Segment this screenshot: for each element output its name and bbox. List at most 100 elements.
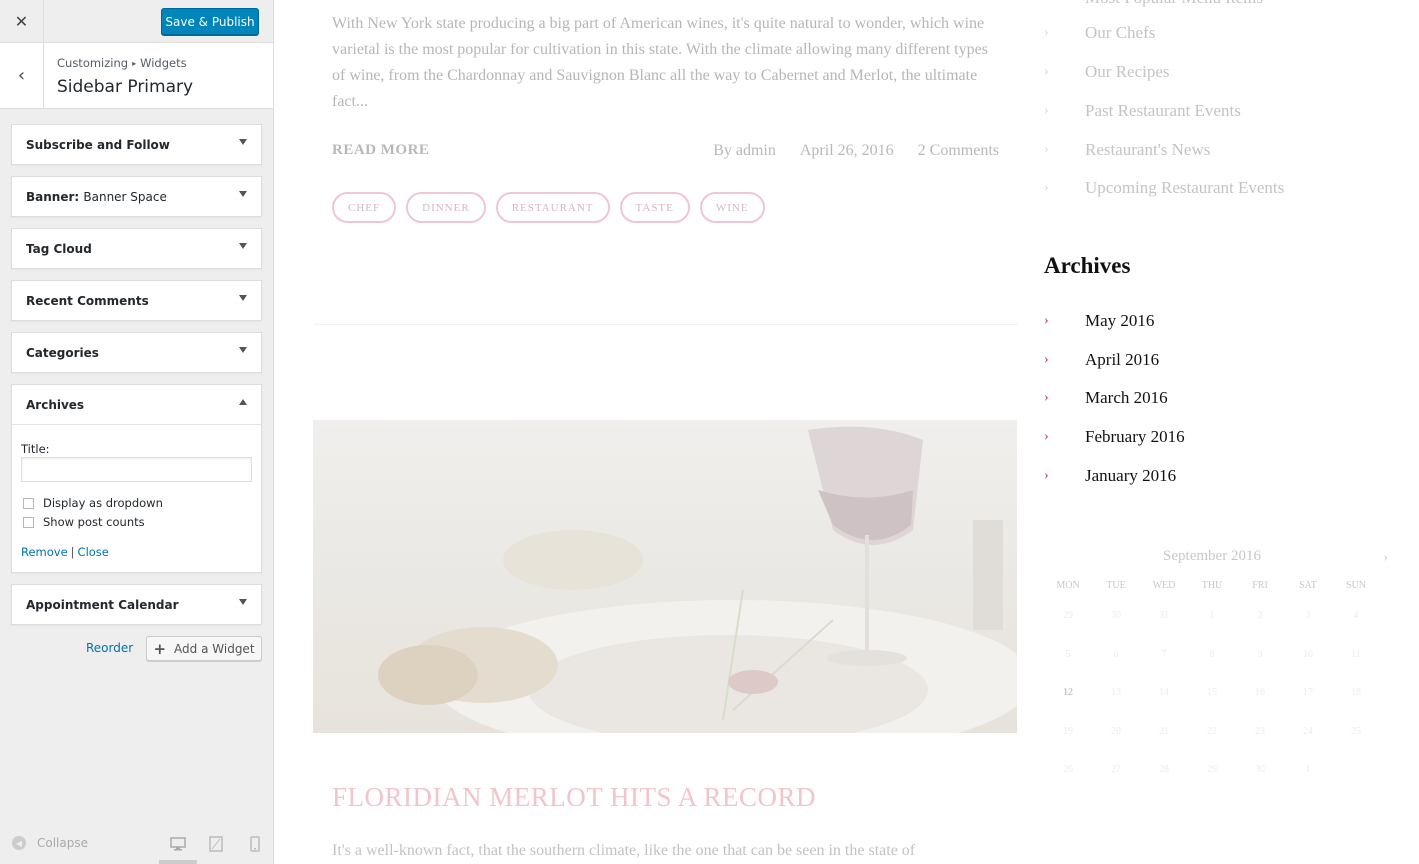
category-item[interactable]: › Our Chefs	[1044, 23, 1155, 43]
post-featured-image[interactable]	[313, 420, 1017, 733]
widget-title: Subscribe and Follow	[26, 138, 170, 152]
display-dropdown-checkbox[interactable]	[23, 497, 34, 509]
calendar-day: 21	[1159, 725, 1169, 737]
calendar-weekday: SAT	[1299, 580, 1317, 591]
customizer-header: ✕ Save & Publish	[0, 0, 273, 43]
calendar-day: 18	[1351, 687, 1361, 698]
calendar-day: 16	[1255, 687, 1265, 698]
calendar-day: 23	[1255, 725, 1265, 737]
widget-archives-header[interactable]: Archives	[12, 385, 261, 425]
archive-label: March 2016	[1085, 388, 1168, 407]
tag-dinner[interactable]: DINNER	[406, 192, 486, 223]
calendar-grid: MON TUE WED THU FRI SAT SUN 29 30 31 1 2 3 4 5 6 7 8 9 10 11…	[1044, 580, 1380, 803]
post-comments[interactable]: 2 Comments	[918, 142, 999, 159]
chevron-right-icon: ›	[1044, 180, 1049, 195]
archive-item[interactable]: › March 2016	[1044, 388, 1168, 408]
category-item[interactable]: › Restaurant's News	[1044, 140, 1210, 160]
calendar-next-icon[interactable]: ›	[1383, 550, 1388, 566]
calendar-weekday: TUE	[1106, 580, 1126, 591]
tablet-preview-icon[interactable]	[208, 836, 224, 852]
widget-appointment-calendar[interactable]: Appointment Calendar	[11, 584, 262, 625]
widget-categories[interactable]: Categories	[11, 332, 262, 373]
post-author[interactable]: By admin	[713, 142, 776, 159]
tag-restaurant[interactable]: RESTAURANT	[495, 192, 610, 223]
breadcrumb: Customizing ▸ Widgets	[57, 56, 187, 70]
widget-title: Archives	[26, 398, 85, 412]
widget-title: Banner: Banner Space	[26, 190, 167, 204]
show-post-counts-option[interactable]: Show post counts	[23, 515, 145, 529]
calendar-day: 27	[1111, 764, 1121, 775]
calendar-weekday: FRI	[1252, 580, 1268, 591]
category-item[interactable]: › Upcoming Restaurant Events	[1044, 178, 1284, 198]
calendar-day: 20	[1111, 725, 1121, 737]
collapse-button[interactable]: ◀ Collapse	[12, 836, 88, 850]
calendar-day: 1	[1209, 610, 1215, 621]
tag-taste[interactable]: TASTE	[619, 192, 690, 223]
title-input[interactable]	[21, 457, 252, 482]
calendar-day: 4	[1353, 610, 1359, 621]
tag-chef[interactable]: CHEF	[332, 192, 397, 223]
category-item[interactable]: ›Most Popular Menu Items	[1044, 0, 1263, 8]
calendar-weekday: MON	[1056, 580, 1080, 591]
show-post-counts-label: Show post counts	[43, 515, 145, 529]
expand-arrow-icon[interactable]	[239, 599, 247, 605]
expand-arrow-icon[interactable]	[239, 139, 247, 145]
reorder-link[interactable]: Reorder	[86, 641, 133, 655]
category-item[interactable]: › Our Recipes	[1044, 62, 1170, 82]
expand-arrow-icon[interactable]	[239, 347, 247, 353]
desktop-preview-icon[interactable]	[170, 836, 186, 852]
calendar-day: 10	[1303, 648, 1313, 660]
add-widget-button[interactable]: + Add a Widget	[146, 636, 262, 661]
category-label: Restaurant's News	[1085, 140, 1211, 159]
archive-item[interactable]: › May 2016	[1044, 311, 1154, 331]
close-icon: ✕	[14, 11, 29, 31]
category-label: Most Popular Menu Items	[1085, 0, 1263, 8]
archives-heading: Archives	[1044, 253, 1131, 278]
widget-banner[interactable]: Banner: Banner Space	[11, 176, 262, 217]
section-title-bar: ‹ Customizing ▸ Widgets Sidebar Primary	[0, 43, 273, 109]
expand-arrow-icon[interactable]	[239, 191, 247, 197]
archive-label: January 2016	[1085, 466, 1177, 485]
read-more-link[interactable]: READ MORE	[332, 142, 429, 159]
archive-label: April 2016	[1085, 350, 1160, 369]
calendar-day: 15	[1207, 687, 1217, 698]
tag-wine[interactable]: WINE	[699, 192, 765, 223]
widget-subscribe-and-follow[interactable]: Subscribe and Follow	[11, 124, 262, 165]
breadcrumb-customizing: Customizing	[57, 56, 129, 70]
close-customizer-button[interactable]: ✕	[0, 0, 44, 42]
archive-item[interactable]: › April 2016	[1044, 350, 1159, 370]
site-preview: With New York state producing a big part…	[274, 0, 1419, 864]
collapse-arrow-icon[interactable]	[239, 399, 247, 405]
widget-recent-comments[interactable]: Recent Comments	[11, 280, 262, 321]
show-post-counts-checkbox[interactable]	[23, 516, 34, 528]
post-title[interactable]: FLORIDIAN MERLOT HITS A RECORD	[332, 782, 816, 813]
back-button[interactable]: ‹	[0, 43, 44, 108]
post-date[interactable]: April 26, 2016	[800, 142, 894, 159]
remove-link[interactable]: Remove	[21, 545, 68, 559]
save-publish-button[interactable]: Save & Publish	[161, 8, 259, 35]
category-label: Past Restaurant Events	[1085, 101, 1241, 120]
chevron-right-icon: ›	[1044, 468, 1049, 483]
widget-tag-cloud[interactable]: Tag Cloud	[11, 228, 262, 269]
widget-title: Recent Comments	[26, 294, 149, 308]
category-label: Upcoming Restaurant Events	[1085, 178, 1285, 197]
category-item[interactable]: › Past Restaurant Events	[1044, 101, 1241, 121]
chevron-left-icon: ‹	[17, 65, 26, 86]
calendar-day: 30	[1111, 610, 1121, 621]
calendar-day: 22	[1207, 725, 1217, 737]
chevron-right-icon: ›	[1044, 103, 1049, 118]
close-link[interactable]: Close	[78, 545, 109, 559]
breadcrumb-widgets: Widgets	[140, 56, 187, 70]
expand-arrow-icon[interactable]	[239, 243, 247, 249]
display-dropdown-option[interactable]: Display as dropdown	[23, 496, 163, 510]
add-widget-label: Add a Widget	[174, 641, 255, 656]
calendar-day: 9	[1257, 648, 1263, 660]
calendar-weekday: WED	[1152, 580, 1176, 591]
post-tags: CHEF DINNER RESTAURANT TASTE WINE	[332, 192, 775, 223]
mobile-preview-icon[interactable]	[247, 836, 263, 852]
archive-item[interactable]: › January 2016	[1044, 466, 1176, 486]
expand-arrow-icon[interactable]	[239, 295, 247, 301]
archive-item[interactable]: › February 2016	[1044, 427, 1185, 447]
chevron-right-icon: ›	[1044, 390, 1049, 405]
calendar-day: 6	[1113, 648, 1119, 660]
